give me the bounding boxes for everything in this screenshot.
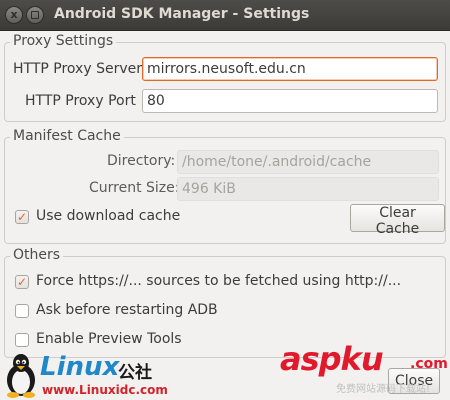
http-proxy-port-input[interactable] [142,89,438,113]
aspku-watermark: aspku .com 免费网站源码下载站! [280,340,450,400]
enable-preview-tools-checkbox[interactable] [15,333,29,347]
use-download-cache-label[interactable]: Use download cache [36,208,180,224]
linux-logo-cn: 公社 [118,363,152,383]
others-legend: Others [10,247,64,263]
ask-restart-adb-checkbox[interactable] [15,304,29,318]
force-http-checkbox[interactable]: ✓ [15,275,29,289]
close-icon: x [10,8,18,21]
current-size-field [177,177,439,201]
tux-penguin-icon [7,354,35,398]
window-minimize-button[interactable] [26,6,44,24]
use-download-cache-checkbox[interactable]: ✓ [15,210,29,224]
manifest-cache-group: Manifest Cache Directory: Current Size: … [4,128,446,244]
proxy-settings-legend: Proxy Settings [10,33,117,49]
proxy-settings-group: Proxy Settings HTTP Proxy Server HTTP Pr… [4,33,446,122]
http-proxy-server-input[interactable] [142,57,438,81]
current-size-label: Current Size: [89,180,180,196]
title-bar: x Android SDK Manager - Settings [0,0,450,31]
http-proxy-server-label: HTTP Proxy Server [13,61,142,77]
aspku-logo-subtitle: 免费网站源码下载站! [336,384,431,395]
directory-field [177,150,439,174]
aspku-logo-text: aspku [280,340,384,378]
aspku-logo-suffix: .com [410,356,448,372]
linux-logo-url: www.Linuxidc.com [42,383,168,397]
window-close-button[interactable]: x [5,6,23,24]
manifest-cache-legend: Manifest Cache [10,128,124,144]
http-proxy-port-label: HTTP Proxy Port [25,93,136,109]
enable-preview-tools-label[interactable]: Enable Preview Tools [36,331,182,347]
directory-label: Directory: [107,153,176,169]
clear-cache-button[interactable]: Clear Cache [350,204,445,237]
force-http-label[interactable]: Force https://... sources to be fetched … [36,273,401,289]
linux-watermark: Linux 公社 www.Linuxidc.com [0,350,200,400]
window-title: Android SDK Manager - Settings [54,6,310,22]
linux-logo-text: Linux [40,352,120,382]
ask-restart-adb-label[interactable]: Ask before restarting ADB [36,302,218,318]
